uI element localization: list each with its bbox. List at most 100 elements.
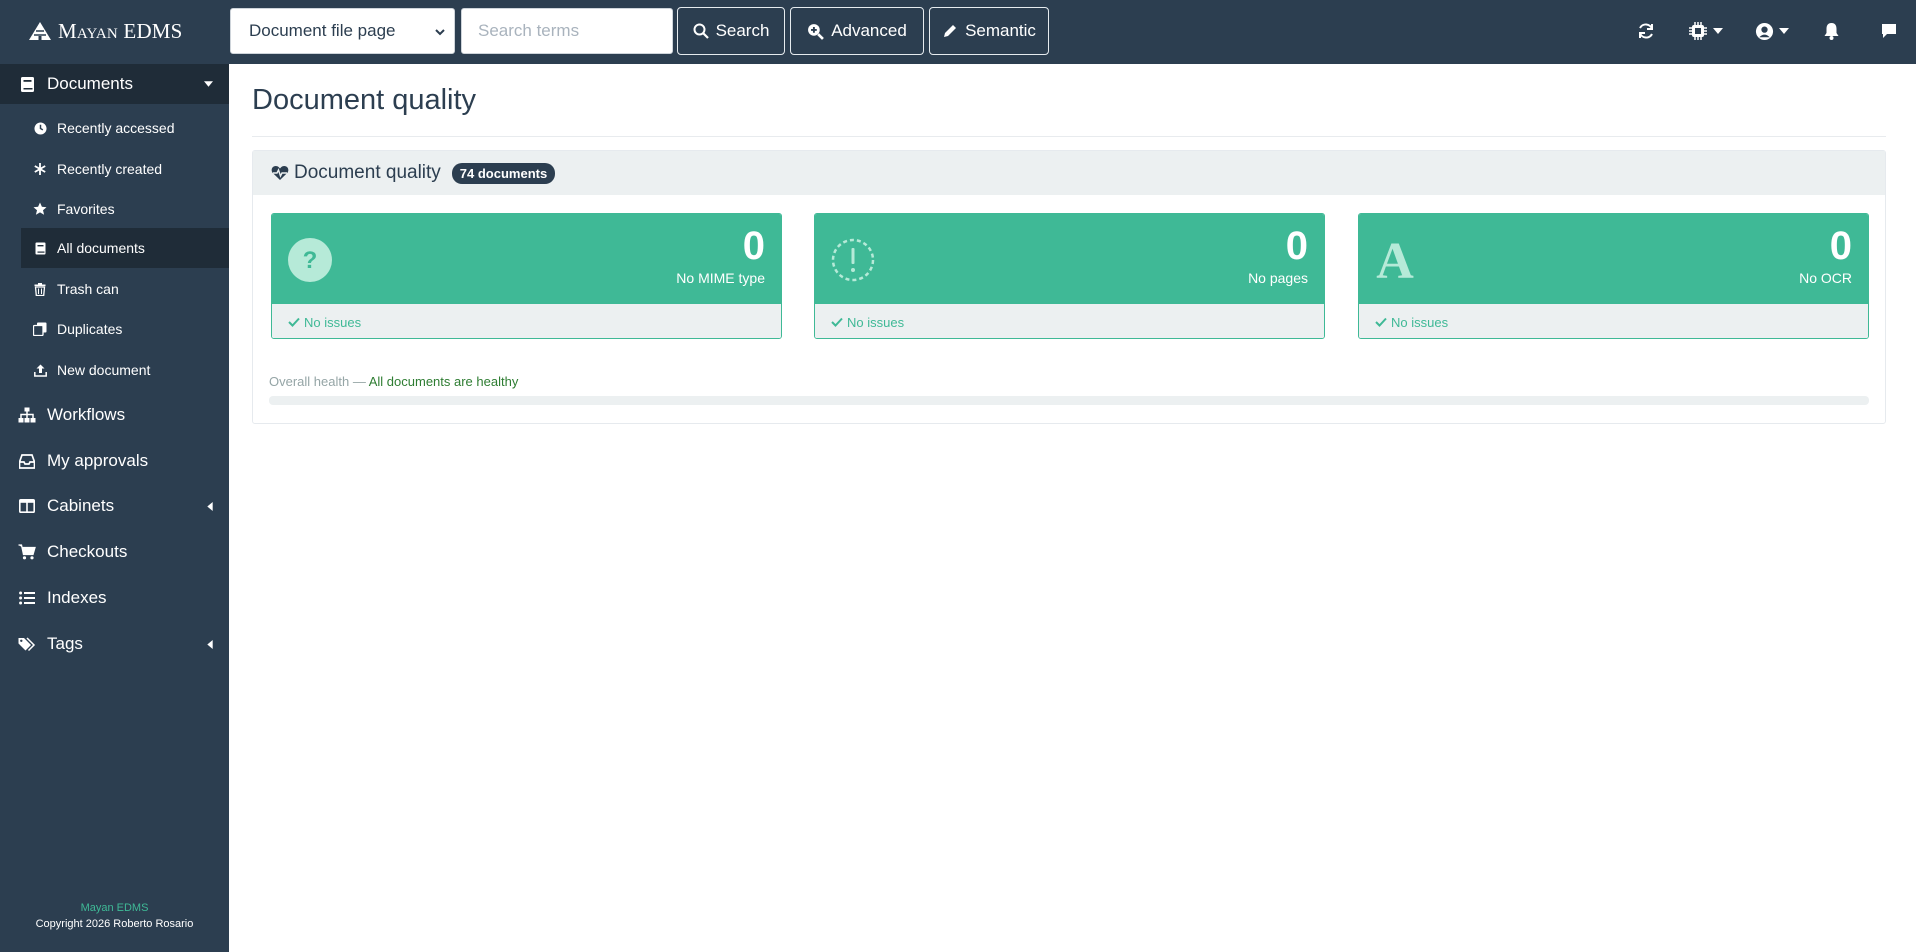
bell-icon [1824,23,1839,40]
caret-down-icon [204,81,213,87]
panel-header: Document quality 74 documents [253,151,1885,195]
card-label: No pages [1248,270,1308,286]
semantic-button-label: Semantic [965,21,1036,40]
sidebar-item-recently-accessed[interactable]: Recently accessed [0,110,229,146]
sidebar-item-checkouts[interactable]: Checkouts [0,532,229,572]
sidebar-item-new-document[interactable]: New document [0,352,229,388]
sidebar-footer: Mayan EDMS Copyright 2026 Roberto Rosari… [0,900,229,932]
messages-button[interactable] [1880,20,1898,42]
card-label: No OCR [1799,270,1852,286]
card-status: No issues [304,314,362,330]
overall-health: Overall health — All documents are healt… [269,374,518,389]
pencil-icon [944,25,957,37]
card-status: No issues [1391,314,1449,330]
clock-icon [33,121,47,135]
sidebar-item-duplicates[interactable]: Duplicates [0,311,229,347]
trash-icon [34,282,46,296]
system-menu-button[interactable] [1688,20,1723,42]
search-plus-icon [808,23,825,40]
card-count: 0 [1829,224,1852,268]
page-title: Document quality [252,84,477,116]
advanced-button-label: Advanced [831,21,907,40]
sidebar-item-label: Favorites [57,201,115,217]
footer-copyright: Copyright 2026 Roberto Rosario [35,918,194,930]
refresh-icon [1639,23,1653,39]
caret-left-icon [207,501,213,511]
book-icon [20,76,34,92]
upload-icon [33,364,47,377]
heartbeat-icon [271,166,289,180]
footer-app-name: Mayan EDMS [80,902,149,914]
sidebar-item-documents[interactable]: Documents [0,64,229,104]
sidebar-item-cabinets[interactable]: Cabinets [0,486,229,526]
caret-left-icon [207,639,213,649]
sidebar-item-label: Workflows [47,405,126,424]
copy-icon [33,322,47,336]
sidebar-item-label: Trash can [57,281,119,297]
no-pages-card[interactable]: 0 No pages No issues [814,213,1325,339]
health-progress-bar [269,396,1869,405]
search-icon [693,23,709,39]
shopping-cart-icon [18,544,36,560]
svg-text:?: ? [303,247,318,274]
notifications-button[interactable] [1823,20,1840,42]
advanced-search-button[interactable]: Advanced [790,7,924,55]
sidebar-item-label: Cabinets [47,496,115,515]
card-status: No issues [847,314,905,330]
book-icon [35,242,45,254]
inbox-icon [19,453,35,469]
semantic-search-button[interactable]: Semantic [929,7,1049,55]
sitemap-icon [18,407,36,423]
sidebar-item-label: Tags [47,634,83,653]
no-ocr-card[interactable]: A 0 No OCR No issues [1358,213,1869,339]
title-divider [252,136,1886,137]
sidebar-item-indexes[interactable]: Indexes [0,578,229,618]
card-count: 0 [1285,224,1308,268]
search-scope-value: Document file page [249,21,396,40]
sidebar-item-label: Recently accessed [57,120,175,136]
search-scope-select[interactable]: Document file page [230,8,455,54]
chevron-down-icon [435,29,445,36]
document-count-badge: 74 documents [451,162,556,184]
search-button-label: Search [715,21,770,40]
caret-down-icon [1779,28,1789,34]
user-menu-button[interactable] [1755,20,1789,42]
list-icon [19,591,35,605]
star-icon [33,202,47,215]
caret-down-icon [1713,28,1723,34]
check-icon [831,317,843,327]
no-mime-type-card[interactable]: ? 0 No MIME type No issues [271,213,782,339]
letter-a-icon: A [1376,238,1414,282]
sidebar-item-label: My approvals [47,451,149,470]
sidebar-item-label: Documents [47,74,133,93]
sidebar-item-label: Duplicates [57,321,123,337]
asterisk-icon [34,163,46,175]
brand-logo[interactable]: Mayan EDMS [28,16,183,46]
question-circle-icon: ? [288,238,332,282]
sidebar-item-my-approvals[interactable]: My approvals [0,441,229,481]
card-label: No MIME type [676,270,765,286]
sidebar-item-label: Checkouts [47,542,128,561]
search-button[interactable]: Search [677,7,785,55]
sidebar-item-workflows[interactable]: Workflows [0,395,229,435]
pyramid-logo-icon [29,22,51,40]
search-input[interactable] [461,8,673,54]
check-icon [1375,317,1387,327]
comment-icon [1882,24,1896,38]
sidebar-item-tags[interactable]: Tags [0,624,229,664]
sidebar-item-favorites[interactable]: Favorites [0,191,229,227]
sidebar-item-trash-can[interactable]: Trash can [0,271,229,307]
sidebar: Documents Recently accessed Recently cre… [0,64,229,952]
top-navbar: Mayan EDMS Document file page Search Adv… [0,0,1916,64]
sidebar-item-label: New document [57,362,151,378]
health-label: Overall health — [269,374,366,389]
brand-name: Mayan EDMS [58,18,183,43]
check-icon [288,317,300,327]
sidebar-item-all-documents[interactable]: All documents [21,228,229,268]
sidebar-item-recently-created[interactable]: Recently created [0,151,229,187]
refresh-button[interactable] [1637,20,1655,42]
exclamation-dashed-circle-icon [831,238,875,282]
columns-icon [19,499,35,513]
tags-icon [18,636,36,651]
microchip-icon [1689,22,1707,40]
